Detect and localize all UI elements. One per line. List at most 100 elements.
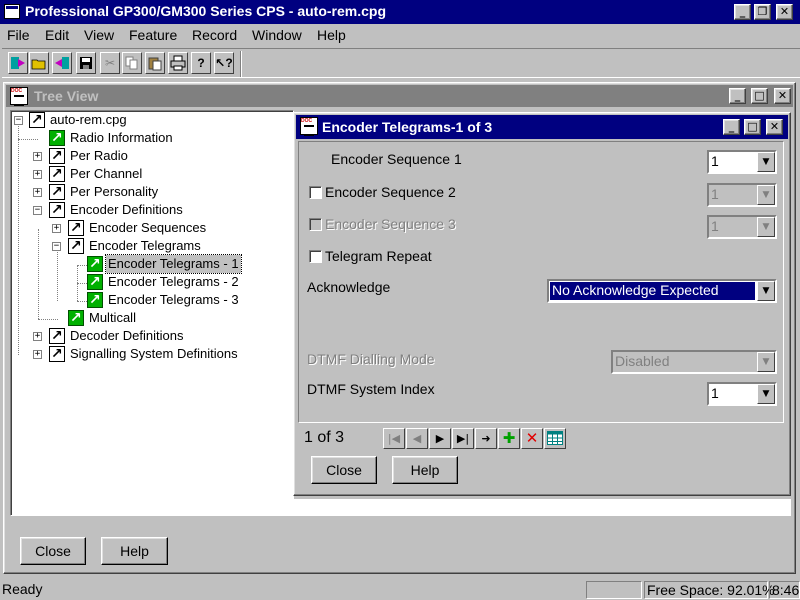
tree-node-per-channel[interactable]: + Per Channel bbox=[11, 164, 291, 183]
menu-view[interactable]: View bbox=[84, 27, 114, 43]
encoder-sequence-3-checkbox[interactable] bbox=[309, 218, 322, 231]
previous-record-icon[interactable]: ◀ bbox=[406, 428, 428, 449]
tree-node-label: Radio Information bbox=[70, 130, 173, 145]
tree-node-label: Encoder Telegrams bbox=[89, 238, 201, 253]
green-arrow-icon bbox=[68, 308, 84, 326]
help-icon[interactable]: ? bbox=[191, 52, 211, 74]
menu-record[interactable]: Record bbox=[192, 27, 237, 43]
encoder-sequence-2-label: Encoder Sequence 2 bbox=[325, 184, 456, 200]
folder-arrow-icon bbox=[49, 200, 65, 218]
tree-node-label: Encoder Telegrams - 3 bbox=[108, 292, 239, 307]
open-icon[interactable] bbox=[29, 52, 49, 74]
menu-feature[interactable]: Feature bbox=[129, 27, 177, 43]
expand-icon[interactable]: + bbox=[33, 152, 42, 161]
tree-node-multicall[interactable]: Multicall bbox=[11, 308, 291, 327]
tree-pane[interactable]: − auto-rem.cpg Radio Information + Per R… bbox=[10, 110, 294, 516]
next-record-icon[interactable]: ▶ bbox=[429, 428, 451, 449]
read-radio-icon[interactable] bbox=[52, 52, 72, 74]
dialog-form-panel: Encoder Sequence 1 1 ▼ Encoder Sequence … bbox=[298, 141, 784, 423]
dialog-close-button-bottom[interactable]: Close bbox=[311, 456, 377, 484]
document-icon[interactable] bbox=[10, 87, 28, 106]
cut-icon[interactable]: ✂ bbox=[100, 52, 120, 74]
chevron-down-icon[interactable]: ▼ bbox=[757, 352, 775, 372]
copy-icon[interactable] bbox=[122, 52, 142, 74]
tree-close-button[interactable]: ✕ bbox=[774, 88, 791, 104]
acknowledge-dropdown[interactable]: No Acknowledge Expected ▼ bbox=[547, 279, 777, 303]
tree-node-encoder-telegrams-1[interactable]: Encoder Telegrams - 1 bbox=[11, 254, 291, 274]
tree-help-button[interactable]: Help bbox=[101, 537, 168, 565]
tree-minimize-button[interactable]: _ bbox=[729, 88, 746, 104]
status-text: Ready bbox=[2, 581, 43, 597]
expand-icon[interactable]: + bbox=[33, 188, 42, 197]
telegram-repeat-checkbox[interactable] bbox=[309, 250, 322, 263]
last-record-icon[interactable]: ▶| bbox=[452, 428, 474, 449]
context-help-icon[interactable]: ↖? bbox=[214, 52, 234, 74]
collapse-icon[interactable]: − bbox=[33, 206, 42, 215]
print-icon[interactable] bbox=[168, 52, 188, 74]
chevron-down-icon[interactable]: ▼ bbox=[757, 152, 775, 172]
green-arrow-icon bbox=[49, 128, 65, 146]
status-panel-empty bbox=[586, 581, 642, 599]
free-space-indicator: Free Space: 92.01% bbox=[644, 581, 775, 599]
encoder-sequence-3-dropdown[interactable]: 1 ▼ bbox=[707, 215, 777, 239]
encoder-sequence-2-checkbox[interactable] bbox=[309, 186, 322, 199]
tree-node-label: Per Personality bbox=[70, 184, 159, 199]
tree-view-title: Tree View bbox=[34, 88, 99, 104]
folder-arrow-icon bbox=[49, 344, 65, 362]
close-app-button[interactable]: ✕ bbox=[776, 4, 793, 20]
chevron-down-icon[interactable]: ▼ bbox=[757, 281, 775, 301]
tree-node-label: auto-rem.cpg bbox=[50, 112, 127, 127]
dialog-help-button[interactable]: Help bbox=[392, 456, 458, 484]
save-icon[interactable] bbox=[76, 52, 96, 74]
chevron-down-icon[interactable]: ▼ bbox=[757, 185, 775, 205]
tree-node-encoder-telegrams-3[interactable]: Encoder Telegrams - 3 bbox=[11, 290, 291, 309]
minimize-button[interactable]: _ bbox=[734, 4, 751, 20]
tree-node-radio-information[interactable]: Radio Information bbox=[11, 128, 291, 147]
menu-edit[interactable]: Edit bbox=[45, 27, 69, 43]
collapse-icon[interactable]: − bbox=[52, 242, 61, 251]
expand-icon[interactable]: + bbox=[33, 350, 42, 359]
new-icon[interactable] bbox=[8, 52, 28, 74]
file-node-icon bbox=[29, 110, 45, 128]
expand-icon[interactable]: + bbox=[33, 170, 42, 179]
encoder-sequence-2-dropdown[interactable]: 1 ▼ bbox=[707, 183, 777, 207]
first-record-icon[interactable]: |◀ bbox=[383, 428, 405, 449]
tree-node-per-personality[interactable]: + Per Personality bbox=[11, 182, 291, 201]
dialog-maximize-button[interactable]: □ bbox=[744, 119, 761, 135]
encoder-sequence-1-value: 1 bbox=[711, 153, 719, 169]
app-icon[interactable] bbox=[4, 4, 20, 19]
green-arrow-icon bbox=[87, 290, 103, 308]
dtmf-dialling-mode-dropdown[interactable]: Disabled ▼ bbox=[611, 350, 777, 374]
paste-icon[interactable] bbox=[145, 52, 165, 74]
menu-window[interactable]: Window bbox=[252, 27, 302, 43]
dtmf-system-index-dropdown[interactable]: 1 ▼ bbox=[707, 382, 777, 406]
encoder-sequence-1-dropdown[interactable]: 1 ▼ bbox=[707, 150, 777, 174]
tree-node-signalling-system-definitions[interactable]: + Signalling System Definitions bbox=[11, 344, 291, 363]
dialog-close-button[interactable]: ✕ bbox=[766, 119, 783, 135]
dialog-minimize-button[interactable]: _ bbox=[723, 119, 740, 135]
tree-maximize-button[interactable]: □ bbox=[751, 88, 768, 104]
expand-icon[interactable]: + bbox=[33, 332, 42, 341]
menu-help[interactable]: Help bbox=[317, 27, 346, 43]
add-record-icon[interactable]: ✚ bbox=[498, 428, 520, 449]
collapse-icon[interactable]: − bbox=[14, 116, 23, 125]
tree-node-per-radio[interactable]: + Per Radio bbox=[11, 146, 291, 165]
tree-node-encoder-definitions[interactable]: − Encoder Definitions bbox=[11, 200, 291, 219]
record-navigator: 1 of 3 |◀ ◀ ▶ ▶| ➜ ✚ ✕ bbox=[298, 425, 784, 453]
tree-node-encoder-sequences[interactable]: + Encoder Sequences bbox=[11, 218, 291, 237]
chevron-down-icon[interactable]: ▼ bbox=[757, 217, 775, 237]
chevron-down-icon[interactable]: ▼ bbox=[757, 384, 775, 404]
tree-node-root[interactable]: − auto-rem.cpg bbox=[11, 110, 291, 129]
tree-node-decoder-definitions[interactable]: + Decoder Definitions bbox=[11, 326, 291, 345]
delete-record-icon[interactable]: ✕ bbox=[521, 428, 543, 449]
document-icon[interactable] bbox=[300, 117, 318, 136]
menu-file[interactable]: File bbox=[7, 27, 30, 43]
tree-node-encoder-telegrams[interactable]: − Encoder Telegrams bbox=[11, 236, 291, 255]
tree-close-button-bottom[interactable]: Close bbox=[20, 537, 86, 565]
goto-record-icon[interactable]: ➜ bbox=[475, 428, 497, 449]
expand-icon[interactable]: + bbox=[52, 224, 61, 233]
restore-button[interactable]: ❐ bbox=[754, 4, 771, 20]
folder-arrow-icon bbox=[68, 218, 84, 236]
table-view-icon[interactable] bbox=[544, 428, 566, 449]
tree-node-encoder-telegrams-2[interactable]: Encoder Telegrams - 2 bbox=[11, 272, 291, 291]
